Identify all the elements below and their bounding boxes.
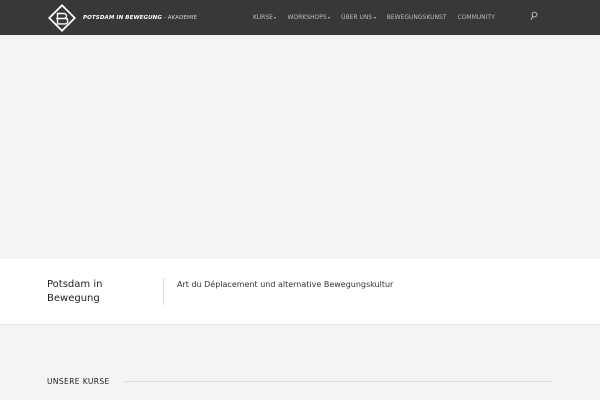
nav-item-label: COMMUNITY bbox=[457, 14, 495, 21]
pib-diamond-logo-icon bbox=[47, 3, 77, 33]
intro-band: Potsdam in Bewegung Art du Déplacement u… bbox=[0, 259, 600, 325]
nav-item-workshops[interactable]: WORKSHOPS bbox=[287, 14, 331, 21]
caret-down-icon bbox=[373, 16, 376, 19]
section-title: UNSERE KURSE bbox=[47, 377, 110, 386]
nav-item-label: WORKSHOPS bbox=[287, 14, 327, 21]
top-navbar: POTSDAM IN BEWEGUNG - AKADEMIE KURSE WOR… bbox=[0, 0, 600, 35]
nav-item-kurse[interactable]: KURSE bbox=[253, 14, 277, 21]
section-rule bbox=[123, 381, 552, 382]
brand-name-bold: POTSDAM IN BEWEGUNG bbox=[83, 15, 162, 21]
intro-tagline: Art du Déplacement und alternative Beweg… bbox=[177, 280, 394, 289]
nav-item-bewegungskunst[interactable]: BEWEGUNGSKUNST bbox=[387, 14, 447, 21]
brand-name: POTSDAM IN BEWEGUNG - AKADEMIE bbox=[83, 15, 197, 21]
caret-down-icon bbox=[274, 16, 277, 19]
hero-area bbox=[0, 35, 600, 259]
main-menu: KURSE WORKSHOPS ÜBER UNS BEWEGUNGSKUNST … bbox=[253, 0, 506, 35]
nav-item-label: BEWEGUNGSKUNST bbox=[386, 14, 447, 21]
search-icon[interactable] bbox=[530, 11, 538, 21]
site-logo[interactable]: POTSDAM IN BEWEGUNG - AKADEMIE bbox=[47, 3, 197, 33]
nav-item-community[interactable]: COMMUNITY bbox=[458, 14, 495, 21]
intro-title: Potsdam in Bewegung bbox=[47, 279, 103, 304]
section-header: UNSERE KURSE bbox=[47, 377, 552, 386]
nav-item-label: ÜBER UNS bbox=[341, 14, 373, 21]
intro-divider bbox=[163, 278, 164, 305]
brand-name-suffix: - AKADEMIE bbox=[161, 15, 198, 21]
nav-item-label: KURSE bbox=[253, 14, 273, 21]
nav-item-ueber-uns[interactable]: ÜBER UNS bbox=[341, 14, 376, 21]
caret-down-icon bbox=[328, 16, 331, 19]
